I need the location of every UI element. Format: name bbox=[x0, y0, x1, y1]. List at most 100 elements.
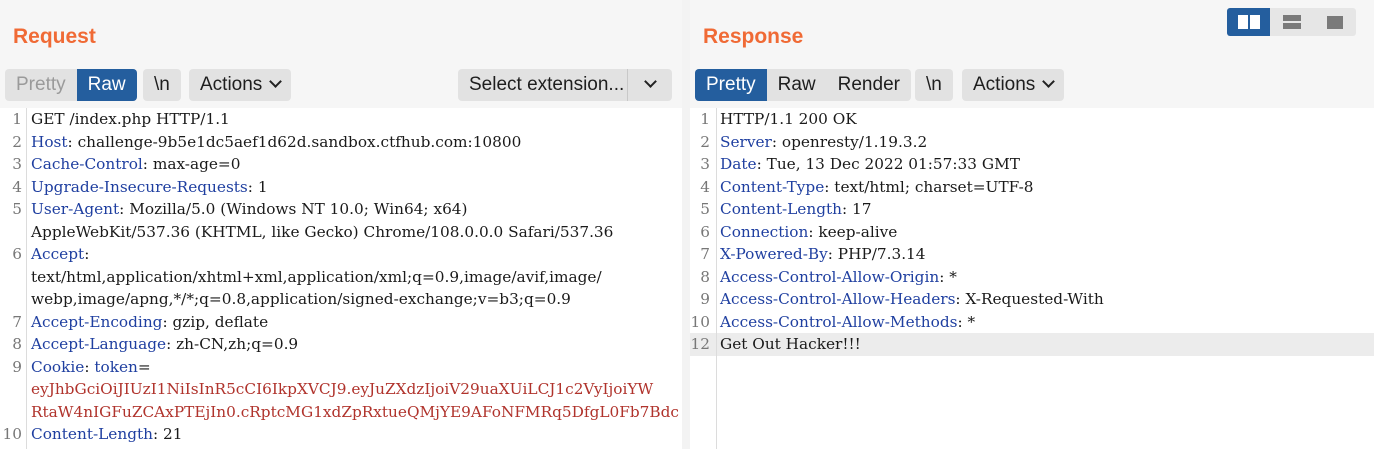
header-value: 1 bbox=[252, 177, 268, 196]
request-newline-label: \n bbox=[154, 74, 170, 95]
line-number: 8 bbox=[700, 267, 710, 286]
response-pane: Response Pretty Raw Render \n Actions 1 … bbox=[690, 0, 1374, 449]
header-value: 21 bbox=[158, 425, 183, 443]
code-line: 1 GET /index.php HTTP/1.1 bbox=[0, 108, 682, 131]
request-pane: Request Pretty Raw \n Actions Select ext… bbox=[0, 0, 682, 449]
header-value: max-age=0 bbox=[147, 155, 241, 173]
code-line: 7 X-Powered-By: PHP/7.3.14 bbox=[690, 243, 1374, 266]
header-value: = bbox=[137, 357, 151, 376]
line-number: 7 bbox=[12, 312, 22, 331]
code-line: 12 Get Out Hacker!!! bbox=[690, 333, 1374, 356]
request-title: Request bbox=[13, 25, 96, 48]
code-line: eyJhbGciOiJIUzI1NiIsInR5cCI6IkpXVCJ9.eyJ… bbox=[0, 378, 682, 401]
code-line: 9 Access-Control-Allow-Headers: X-Request… bbox=[690, 288, 1374, 311]
pane-splitter[interactable] bbox=[682, 0, 690, 449]
header-value: text/html; charset=UTF-8 bbox=[829, 177, 1034, 196]
code-line: 2 Host: challenge-9b5e1dc5aef1d62d.sandbo… bbox=[0, 131, 682, 154]
header-name: Cookie bbox=[31, 357, 85, 376]
layout-split-vertical-button[interactable] bbox=[1227, 8, 1270, 36]
line-number: 5 bbox=[12, 200, 22, 218]
request-view-tabs: Pretty Raw bbox=[5, 69, 137, 101]
line-number: 5 bbox=[700, 200, 710, 218]
request-actions-inner: Actions bbox=[189, 69, 291, 101]
header-name: Accept-Language bbox=[31, 335, 167, 353]
header-value: gzip, deflate bbox=[167, 312, 269, 331]
header-value: zh-CN,zh;q=0.9 bbox=[171, 335, 299, 353]
request-gutter bbox=[26, 108, 27, 449]
code-line: 2 Server: openresty/1.19.3.2 bbox=[690, 131, 1374, 154]
code-line: 8 Accept-Language: zh-CN,zh;q=0.9 bbox=[0, 333, 682, 356]
code-line: 10 Access-Control-Allow-Methods: * bbox=[690, 311, 1374, 334]
code-line: 7 Accept-Encoding: gzip, deflate bbox=[0, 311, 682, 334]
line-number: 2 bbox=[700, 132, 710, 151]
code-line: 4 Upgrade-Insecure-Requests: 1 bbox=[0, 176, 682, 199]
code-line: 8 Access-Control-Allow-Origin: * bbox=[690, 266, 1374, 289]
header-name: Connection bbox=[720, 222, 809, 241]
single-pane-icon bbox=[1326, 15, 1343, 29]
header-name: Upgrade-Insecure-Requests bbox=[31, 177, 248, 196]
code-line: 9 Cookie: token= bbox=[0, 356, 682, 379]
line-text: AppleWebKit/537.36 (KHTML, like Gecko) C… bbox=[31, 222, 614, 241]
header-name: Cache-Control bbox=[31, 155, 143, 173]
request-actions-button[interactable]: Actions bbox=[189, 69, 292, 101]
code-line: 4 Content-Type: text/html; charset=UTF-8 bbox=[690, 176, 1374, 199]
request-tab-pretty[interactable]: Pretty bbox=[5, 69, 77, 101]
line-number: 1 bbox=[12, 110, 22, 128]
line-text: webp,image/apng,*/*;q=0.8,application/si… bbox=[31, 290, 571, 308]
response-newline-label: \n bbox=[926, 74, 942, 95]
select-extension-arrow[interactable] bbox=[628, 69, 672, 101]
code-line: 6 Accept: bbox=[0, 243, 682, 266]
line-number: 9 bbox=[12, 357, 22, 376]
line-text: Get Out Hacker!!! bbox=[720, 335, 861, 353]
code-line: 5 User-Agent: Mozilla/5.0 (Windows NT 10.… bbox=[0, 198, 682, 221]
chevron-down-icon bbox=[643, 74, 657, 88]
line-number: 3 bbox=[12, 155, 22, 173]
line-number: 6 bbox=[12, 245, 22, 263]
request-newline-toggle[interactable]: \n bbox=[143, 69, 181, 101]
layout-split-horizontal-button[interactable] bbox=[1270, 8, 1313, 36]
code-line: webp,image/apng,*/*;q=0.8,application/si… bbox=[0, 288, 682, 311]
line-number: 9 bbox=[700, 290, 710, 308]
select-extension-dropdown[interactable]: Select extension... bbox=[458, 69, 672, 101]
response-actions-inner: Actions bbox=[962, 69, 1064, 101]
line-text: HTTP/1.1 200 OK bbox=[720, 110, 857, 128]
response-gutter bbox=[716, 108, 717, 449]
header-name: Host bbox=[31, 132, 68, 151]
header-value: PHP/7.3.14 bbox=[832, 245, 926, 263]
cookie-token-value: eyJhbGciOiJIUzI1NiIsInR5cCI6IkpXVCJ9.eyJ… bbox=[31, 380, 654, 398]
header-value: 17 bbox=[847, 200, 872, 218]
response-tab-raw[interactable]: Raw bbox=[767, 69, 827, 101]
header-name: User-Agent bbox=[31, 200, 120, 218]
response-header: Response Pretty Raw Render \n Actions bbox=[690, 0, 1374, 108]
line-number: 1 bbox=[700, 110, 710, 128]
request-actions-label: Actions bbox=[200, 74, 263, 95]
code-line: RtaW4nIGFuZCAxPTEjIn0.cRptcMG1xdZpRxtueQ… bbox=[0, 401, 682, 424]
line-number: 3 bbox=[700, 155, 710, 173]
cookie-name: token bbox=[89, 357, 138, 376]
header-name: Access-Control-Allow-Origin bbox=[720, 267, 940, 286]
response-editor[interactable]: 1 HTTP/1.1 200 OK 2 Server: openresty/1.19.… bbox=[690, 108, 1374, 449]
response-newline-toggle[interactable]: \n bbox=[915, 69, 953, 101]
line-text: text/html,application/xhtml+xml,applicat… bbox=[31, 267, 602, 286]
header-name: Server bbox=[720, 132, 772, 151]
line-number: 4 bbox=[12, 177, 22, 196]
header-name: Content-Length bbox=[720, 200, 842, 218]
header-colon: : bbox=[84, 245, 90, 263]
line-number: 12 bbox=[690, 335, 710, 353]
response-tab-render[interactable]: Render bbox=[827, 69, 911, 101]
line-number: 2 bbox=[12, 132, 22, 151]
request-tab-raw[interactable]: Raw bbox=[76, 69, 137, 101]
layout-single-pane-button[interactable] bbox=[1313, 8, 1356, 36]
line-text: GET /index.php HTTP/1.1 bbox=[31, 110, 230, 128]
line-number: 4 bbox=[700, 177, 710, 196]
response-actions-button[interactable]: Actions bbox=[962, 69, 1065, 101]
response-tab-pretty[interactable]: Pretty bbox=[695, 69, 767, 101]
request-editor[interactable]: 1 GET /index.php HTTP/1.1 2 Host: challenge… bbox=[0, 108, 682, 449]
code-line: 5 Content-Length: 17 bbox=[690, 198, 1374, 221]
select-extension-value: Select extension... bbox=[458, 69, 628, 101]
chevron-down-icon bbox=[269, 75, 283, 88]
header-value: * bbox=[944, 267, 957, 286]
layout-toggle bbox=[1227, 8, 1356, 36]
code-line: 6 Connection: keep-alive bbox=[690, 221, 1374, 244]
header-name: Accept bbox=[31, 245, 85, 263]
